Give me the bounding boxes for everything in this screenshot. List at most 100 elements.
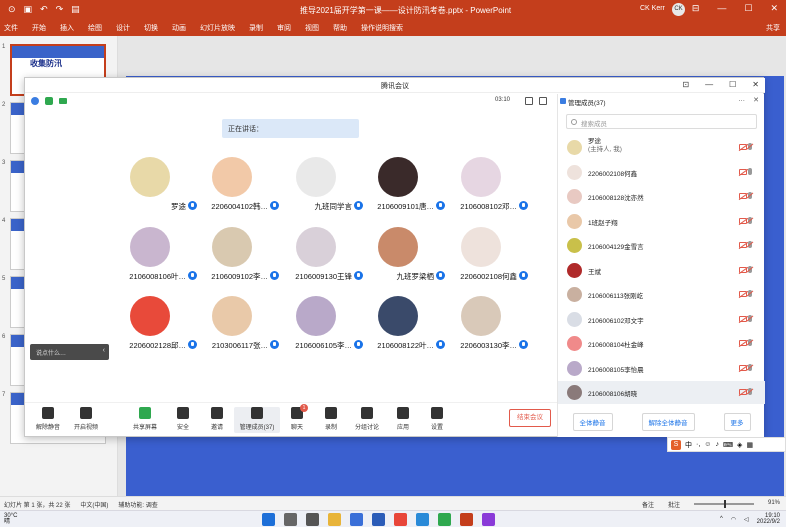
member-row[interactable]: 王斌: [558, 259, 765, 282]
chat-button[interactable]: 聊天 1: [280, 404, 314, 431]
participant-tile[interactable]: 2106009130王锋: [270, 227, 363, 287]
share-screen-button[interactable]: 共享屏幕: [128, 407, 162, 431]
zoom-slider[interactable]: [693, 500, 754, 508]
close-icon[interactable]: ✕: [770, 3, 778, 14]
camera-off-icon[interactable]: [739, 193, 747, 199]
mic-muted-icon[interactable]: [748, 265, 752, 273]
word-icon[interactable]: [372, 513, 385, 526]
redo-icon[interactable]: ↷: [56, 4, 64, 15]
tab-insert[interactable]: 插入: [60, 23, 74, 33]
unmute-all-button[interactable]: 解除全体静音: [641, 413, 695, 431]
chrome-icon[interactable]: [394, 513, 407, 526]
member-row[interactable]: 2106008106胡晓: [558, 381, 765, 404]
sogou-logo-icon[interactable]: S: [671, 439, 681, 450]
minimize-icon[interactable]: —: [717, 3, 726, 14]
mic-muted-icon[interactable]: [748, 192, 752, 199]
share-button[interactable]: 共享: [766, 23, 780, 33]
tab-design[interactable]: 设计: [116, 23, 130, 33]
chevron-up-icon[interactable]: ^: [720, 516, 723, 522]
member-row[interactable]: 罗途 (主持人, 我): [558, 136, 765, 159]
participant-tile[interactable]: 2106008106叶…: [104, 227, 197, 287]
participant-tile[interactable]: 2103006117张…: [186, 296, 279, 356]
mic-muted-icon[interactable]: [748, 314, 752, 322]
undo-icon[interactable]: ↶: [40, 4, 48, 15]
member-row[interactable]: 2106004129金雪言: [558, 234, 765, 257]
apps-button[interactable]: 应用: [386, 407, 420, 431]
ime-skin-icon[interactable]: ◈: [737, 441, 742, 449]
autosave-icon[interactable]: ⊙: [8, 4, 16, 15]
camera-off-icon[interactable]: [739, 144, 747, 150]
tell-me-search[interactable]: 操作说明搜索: [361, 23, 403, 33]
member-row[interactable]: 1班赵子翔: [558, 210, 765, 233]
comments-button[interactable]: 批注: [668, 500, 680, 509]
member-row[interactable]: 2106006113张刚屹: [558, 283, 765, 306]
security-shield-icon[interactable]: [45, 97, 53, 105]
camera-off-icon[interactable]: [739, 242, 747, 248]
mic-muted-icon[interactable]: [748, 143, 752, 150]
accessibility[interactable]: 辅助功能: 调查: [118, 500, 157, 509]
user-avatar[interactable]: CK: [672, 3, 685, 16]
member-row[interactable]: 2106006102邓文宇: [558, 308, 765, 331]
weather-widget[interactable]: 30°C 晴: [4, 513, 17, 525]
wifi-icon[interactable]: ◠: [731, 516, 736, 523]
participant-tile[interactable]: 罗途: [104, 157, 197, 217]
member-row[interactable]: 2106008104杜金峰: [558, 332, 765, 355]
more-icon[interactable]: …: [738, 96, 745, 104]
participant-tile[interactable]: 九班同学言: [270, 157, 363, 217]
ime-punct-icon[interactable]: ·,: [696, 441, 700, 448]
task-view-icon[interactable]: [306, 513, 319, 526]
tab-transitions[interactable]: 切换: [144, 23, 158, 33]
participant-tile[interactable]: 2206002108何鑫: [435, 227, 528, 287]
mic-muted-icon[interactable]: [748, 388, 752, 395]
language[interactable]: 中文(中国): [80, 500, 108, 509]
participant-tile[interactable]: 2106008122叶…: [352, 296, 445, 356]
participant-tile[interactable]: 2106006105李…: [270, 296, 363, 356]
mic-muted-icon[interactable]: [748, 290, 752, 297]
participant-tile[interactable]: 2106009101唐…: [352, 157, 445, 217]
camera-off-icon[interactable]: [739, 389, 747, 395]
maximize-icon[interactable]: ☐: [729, 80, 736, 89]
settings-button[interactable]: 设置: [420, 407, 454, 431]
camera-off-icon[interactable]: [739, 340, 747, 346]
ime-mic-icon[interactable]: ♪: [715, 441, 719, 448]
ime-lang[interactable]: 中: [685, 440, 692, 450]
files-icon[interactable]: [328, 513, 341, 526]
tab-view[interactable]: 视图: [305, 23, 319, 33]
minimize-icon[interactable]: —: [705, 80, 713, 89]
volume-icon[interactable]: ◁: [744, 516, 749, 523]
fullscreen-icon[interactable]: [525, 97, 533, 105]
member-row[interactable]: 2106008128沈亦然: [558, 185, 765, 208]
tab-home[interactable]: 开始: [32, 23, 46, 33]
info-icon[interactable]: [31, 97, 39, 105]
tab-record[interactable]: 录制: [249, 23, 263, 33]
mic-muted-icon[interactable]: [748, 216, 752, 224]
chevron-left-icon[interactable]: ‹: [103, 347, 105, 354]
tab-animations[interactable]: 动画: [172, 23, 186, 33]
camera-off-icon[interactable]: [739, 291, 747, 297]
meeting-icon[interactable]: [438, 513, 451, 526]
participant-tile[interactable]: 2206003130李…: [435, 296, 528, 356]
breakout-button[interactable]: 分组讨论: [350, 407, 384, 431]
zoom-level[interactable]: 91%: [768, 500, 780, 509]
ime-keyboard-icon[interactable]: ⌨: [723, 441, 733, 449]
user-name[interactable]: CK Kerr: [640, 5, 665, 12]
member-search-input[interactable]: 搜索成员: [566, 114, 757, 129]
mic-icon[interactable]: [748, 167, 752, 175]
member-row[interactable]: 2206002108何鑫: [558, 161, 765, 184]
participant-tile[interactable]: 2206002128邱…: [104, 296, 197, 356]
present-icon[interactable]: ▤: [71, 4, 80, 15]
start-icon[interactable]: [262, 513, 275, 526]
participant-tile[interactable]: 2106009102李…: [186, 227, 279, 287]
participant-tile[interactable]: 九班罗梁栖: [352, 227, 445, 287]
invite-button[interactable]: 邀请: [200, 407, 234, 431]
chat-input-mini[interactable]: 说点什么… ‹: [30, 344, 109, 360]
pin-icon[interactable]: ⊡: [682, 80, 689, 89]
end-meeting-button[interactable]: 结束会议: [509, 409, 551, 427]
close-icon[interactable]: ✕: [752, 80, 759, 89]
participant-tile[interactable]: 2106008102邓…: [435, 157, 528, 217]
mic-muted-icon[interactable]: [748, 339, 752, 346]
ribbon-options-icon[interactable]: ⊟: [692, 3, 700, 14]
more-button[interactable]: 更多: [723, 413, 751, 431]
close-icon[interactable]: ✕: [753, 96, 759, 104]
tab-help[interactable]: 帮助: [333, 23, 347, 33]
